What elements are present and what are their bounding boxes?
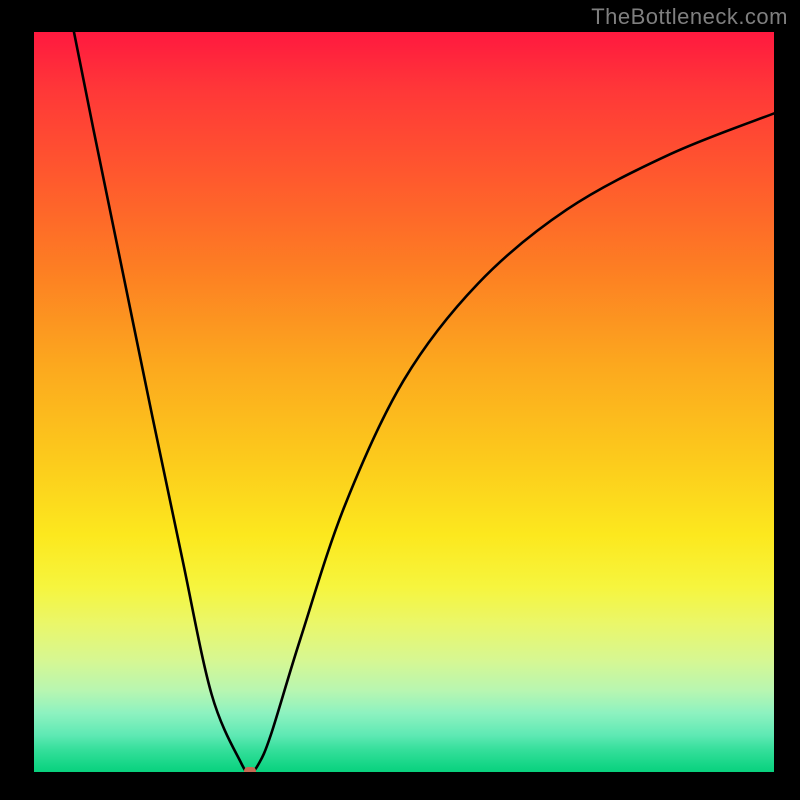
optimum-marker <box>244 767 256 772</box>
watermark-text: TheBottleneck.com <box>591 4 788 30</box>
chart-container: TheBottleneck.com <box>0 0 800 800</box>
bottleneck-curve-path <box>74 32 774 772</box>
curve-svg <box>34 32 774 772</box>
plot-area <box>34 32 774 772</box>
